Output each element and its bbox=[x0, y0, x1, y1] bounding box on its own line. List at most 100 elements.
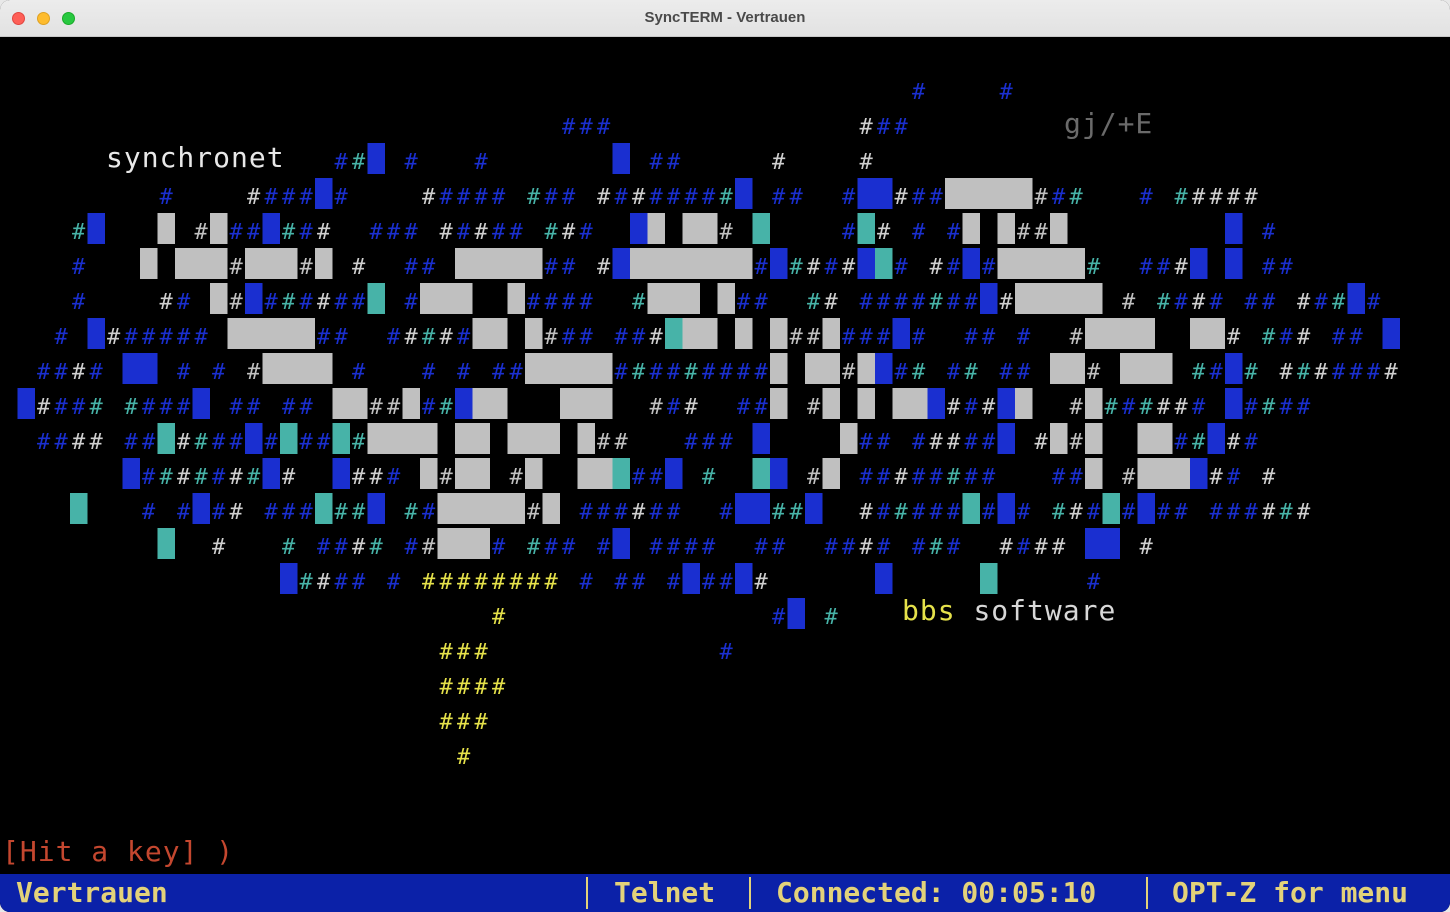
art-glyph: # bbox=[807, 395, 821, 420]
art-glyph: # bbox=[580, 115, 594, 140]
art-glyph: # bbox=[457, 710, 471, 735]
art-glyph: # bbox=[142, 465, 156, 490]
art-glyph: # bbox=[772, 605, 786, 630]
art-glyph: # bbox=[1157, 255, 1171, 280]
art-glyph: # bbox=[1227, 325, 1241, 350]
art-glyph: # bbox=[212, 360, 226, 385]
art-block bbox=[665, 318, 683, 349]
art-glyph: # bbox=[912, 360, 926, 385]
art-block bbox=[962, 248, 980, 279]
art-glyph: # bbox=[930, 255, 944, 280]
art-glyph: # bbox=[807, 465, 821, 490]
art-glyph: # bbox=[825, 290, 839, 315]
art-glyph: # bbox=[580, 570, 594, 595]
art-block bbox=[542, 493, 560, 524]
art-block bbox=[735, 563, 753, 594]
art-block bbox=[735, 248, 753, 279]
art-glyph: # bbox=[107, 325, 121, 350]
art-glyph: # bbox=[1052, 465, 1066, 490]
art-glyph: # bbox=[370, 220, 384, 245]
art-glyph: # bbox=[597, 535, 611, 560]
art-block bbox=[1137, 318, 1155, 349]
art-glyph: # bbox=[1157, 500, 1171, 525]
art-glyph: # bbox=[1035, 535, 1049, 560]
art-block bbox=[735, 493, 753, 524]
art-glyph: # bbox=[335, 500, 349, 525]
art-glyph: # bbox=[142, 325, 156, 350]
art-glyph: # bbox=[265, 500, 279, 525]
art-block bbox=[315, 178, 333, 209]
art-block bbox=[1225, 213, 1243, 244]
art-glyph: # bbox=[720, 570, 734, 595]
art-glyph: # bbox=[1035, 430, 1049, 455]
art-glyph: # bbox=[562, 255, 576, 280]
status-separator bbox=[1146, 877, 1148, 909]
art-glyph: # bbox=[807, 255, 821, 280]
art-glyph: # bbox=[842, 185, 856, 210]
art-glyph: # bbox=[895, 115, 909, 140]
art-glyph: # bbox=[615, 360, 629, 385]
art-glyph: # bbox=[370, 465, 384, 490]
status-bbs-name: Vertrauen bbox=[16, 876, 168, 909]
art-glyph: # bbox=[387, 570, 401, 595]
art-glyph: # bbox=[177, 395, 191, 420]
art-glyph: # bbox=[527, 290, 541, 315]
art-glyph: # bbox=[195, 220, 209, 245]
art-block bbox=[822, 458, 840, 489]
art-glyph: # bbox=[55, 395, 69, 420]
art-glyph: # bbox=[1297, 500, 1311, 525]
art-block bbox=[245, 423, 263, 454]
art-glyph: # bbox=[1262, 500, 1276, 525]
art-glyph: # bbox=[825, 535, 839, 560]
art-glyph: # bbox=[947, 430, 961, 455]
art-glyph: # bbox=[562, 325, 576, 350]
art-block bbox=[577, 388, 595, 419]
art-block bbox=[1085, 318, 1103, 349]
art-glyph: # bbox=[247, 395, 261, 420]
art-block bbox=[1085, 388, 1103, 419]
art-block bbox=[507, 423, 525, 454]
art-block bbox=[1015, 388, 1033, 419]
art-glyph: # bbox=[527, 185, 541, 210]
art-block bbox=[367, 283, 385, 314]
art-glyph: # bbox=[1192, 185, 1206, 210]
art-glyph: # bbox=[387, 220, 401, 245]
art-glyph: # bbox=[300, 255, 314, 280]
art-block bbox=[682, 318, 700, 349]
art-glyph: # bbox=[702, 465, 716, 490]
art-glyph: # bbox=[177, 500, 191, 525]
art-block bbox=[262, 458, 280, 489]
art-glyph: # bbox=[720, 360, 734, 385]
art-glyph: # bbox=[912, 185, 926, 210]
art-glyph: # bbox=[1245, 395, 1259, 420]
art-glyph: # bbox=[755, 570, 769, 595]
art-glyph: # bbox=[737, 395, 751, 420]
art-glyph: # bbox=[545, 570, 559, 595]
art-glyph: # bbox=[195, 465, 209, 490]
art-block bbox=[437, 528, 455, 559]
art-block bbox=[892, 318, 910, 349]
art-glyph: # bbox=[930, 430, 944, 455]
art-block bbox=[665, 458, 683, 489]
art-glyph: # bbox=[860, 115, 874, 140]
art-block bbox=[1015, 178, 1033, 209]
art-glyph: # bbox=[877, 465, 891, 490]
art-glyph: # bbox=[632, 185, 646, 210]
art-glyph: # bbox=[667, 570, 681, 595]
terminal-screen[interactable]: # # # # # # # # # # # # # # # # # # # # # # # # # # # # # # # # # # # # # # # #… bbox=[0, 37, 1450, 912]
art-glyph: # bbox=[1210, 360, 1224, 385]
art-block bbox=[752, 423, 770, 454]
art-block bbox=[997, 213, 1015, 244]
art-glyph: # bbox=[510, 360, 524, 385]
art-glyph: # bbox=[457, 640, 471, 665]
art-glyph: # bbox=[1262, 255, 1276, 280]
art-glyph: # bbox=[982, 395, 996, 420]
art-glyph: # bbox=[1017, 500, 1031, 525]
art-block bbox=[175, 248, 193, 279]
title-bar[interactable]: SyncTERM - Vertrauen bbox=[0, 0, 1450, 37]
art-glyph: # bbox=[457, 185, 471, 210]
art-block bbox=[875, 353, 893, 384]
art-block bbox=[1382, 318, 1400, 349]
art-glyph: # bbox=[1297, 395, 1311, 420]
art-glyph: # bbox=[195, 325, 209, 350]
